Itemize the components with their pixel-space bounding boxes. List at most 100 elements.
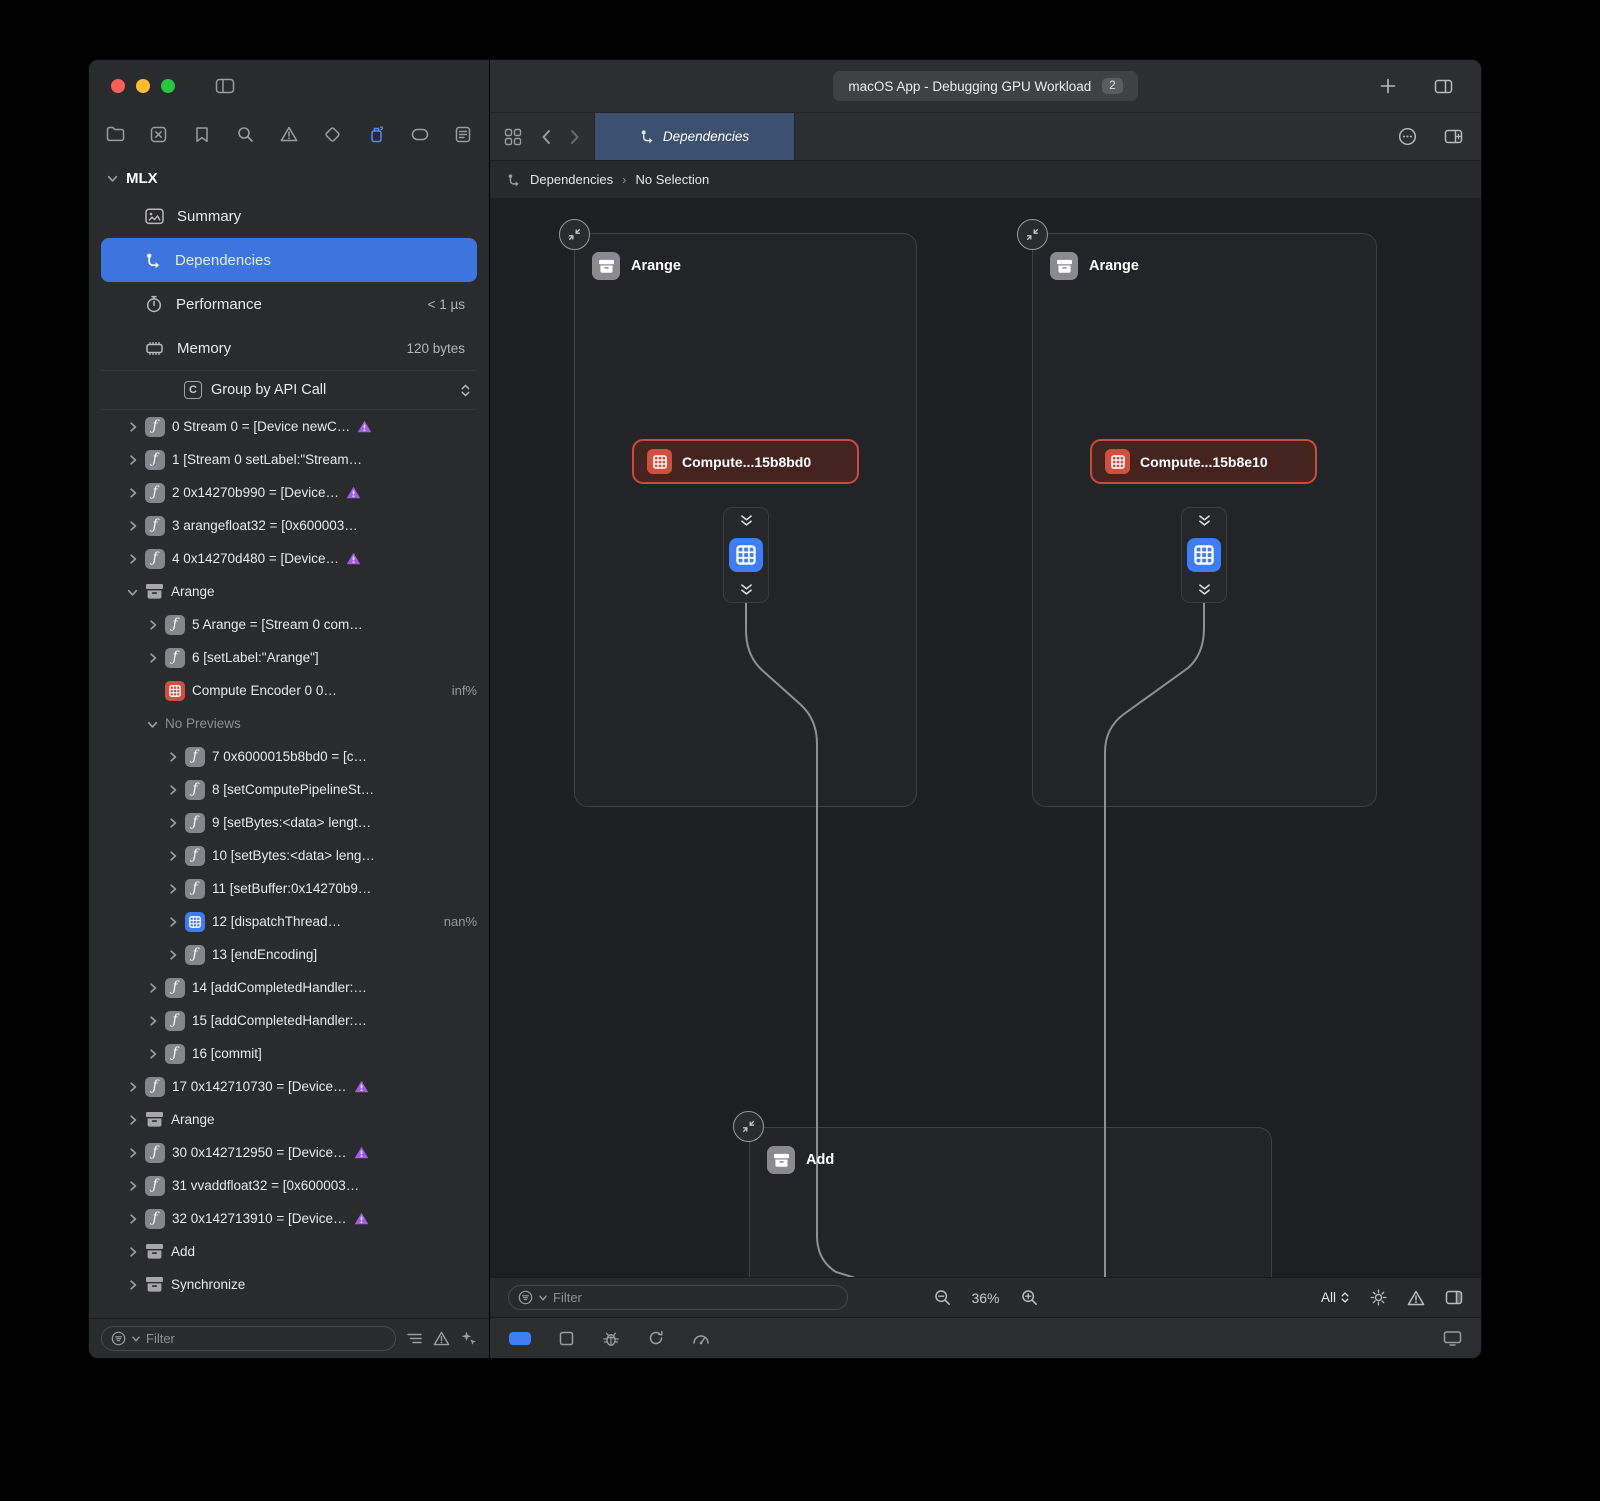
add-editor-icon[interactable] [1444, 129, 1463, 144]
canvas-filter-field[interactable] [508, 1285, 848, 1310]
disclosure-chevron[interactable] [147, 1016, 158, 1026]
tag-icon[interactable] [408, 122, 432, 146]
disclosure-chevron[interactable] [167, 950, 178, 960]
sidebar-item-performance[interactable]: Performance< 1 µs [101, 282, 477, 326]
split-editor-icon[interactable] [1434, 79, 1453, 94]
related-items-grid-icon[interactable] [504, 128, 522, 146]
disclosure-chevron[interactable] [147, 653, 158, 663]
flatten-hierarchy-icon[interactable] [406, 1331, 423, 1346]
disclosure-chevron[interactable] [127, 455, 138, 465]
disclosure-chevron[interactable] [147, 1049, 158, 1059]
bug-icon[interactable] [602, 1330, 620, 1347]
tree-row[interactable]: No Previews [89, 707, 489, 740]
close-button[interactable] [111, 79, 125, 93]
tree-row[interactable]: ƒ9 [setBytes:<data> lengt… [89, 806, 489, 839]
tree-row[interactable]: ƒ17 0x142710730 = [Device… [89, 1070, 489, 1103]
buffer-grid-icon[interactable] [1187, 538, 1221, 572]
display-icon[interactable] [1443, 1330, 1462, 1346]
report-list-icon[interactable] [451, 122, 475, 146]
tree-row[interactable]: ƒ2 0x14270b990 = [Device… [89, 476, 489, 509]
resource-port-block[interactable] [723, 507, 769, 603]
forward-chevron-icon[interactable] [570, 129, 580, 145]
sparkle-cursor-icon[interactable] [460, 1330, 477, 1347]
minimize-button[interactable] [136, 79, 150, 93]
warning-triangle-icon[interactable] [1407, 1290, 1425, 1306]
tree-row[interactable]: ƒ5 Arange = [Stream 0 com… [89, 608, 489, 641]
disclosure-chevron[interactable] [167, 917, 178, 927]
disclosure-chevron[interactable] [167, 851, 178, 861]
test-diamond-icon[interactable] [321, 122, 345, 146]
gauge-icon[interactable] [692, 1331, 710, 1345]
disclosure-chevron[interactable] [167, 818, 178, 828]
disclosure-chevron[interactable] [127, 1214, 138, 1224]
tree-row[interactable]: ƒ13 [endEncoding] [89, 938, 489, 971]
sidebar-toggle-icon[interactable] [215, 78, 235, 94]
disclosure-chevron[interactable] [108, 173, 118, 184]
sidebar-item-dependencies[interactable]: Dependencies [101, 238, 477, 282]
tree-row[interactable]: ƒ8 [setComputePipelineSt… [89, 773, 489, 806]
disclosure-chevron[interactable] [148, 718, 158, 729]
tree-row[interactable]: ƒ7 0x6000015b8bd0 = [c… [89, 740, 489, 773]
tab-dependencies[interactable]: Dependencies [594, 113, 795, 160]
x-square-icon[interactable] [147, 122, 171, 146]
tree-row[interactable]: ƒ30 0x142712950 = [Device… [89, 1136, 489, 1169]
tree-row[interactable]: ƒ3 arangefloat32 = [0x600003… [89, 509, 489, 542]
tree-row[interactable]: ƒ31 vvaddfloat32 = [0x600003… [89, 1169, 489, 1202]
disclosure-chevron[interactable] [127, 554, 138, 564]
tree-row[interactable]: Arange [89, 1103, 489, 1136]
stop-square-icon[interactable] [559, 1331, 574, 1346]
group-by-control[interactable]: C Group by API Call [101, 370, 477, 410]
dependency-graph-canvas[interactable]: Arange Arange Add Compute...15b8bd0 [490, 198, 1481, 1277]
folder-icon[interactable] [103, 122, 127, 146]
bookmark-icon[interactable] [190, 122, 214, 146]
disclosure-chevron[interactable] [127, 1247, 138, 1257]
debug-spray-icon[interactable] [364, 122, 388, 146]
scope-popup[interactable]: All [1321, 1290, 1350, 1305]
window-title-pill[interactable]: macOS App - Debugging GPU Workload 2 [833, 71, 1137, 101]
issue-warning-icon[interactable] [277, 122, 301, 146]
disclosure-chevron[interactable] [127, 1082, 138, 1092]
collapse-group-button[interactable] [733, 1111, 764, 1142]
compute-encoder-node[interactable]: Compute...15b8e10 [1090, 439, 1317, 484]
updown-chevron-icon[interactable] [460, 383, 471, 398]
compute-encoder-node[interactable]: Compute...15b8bd0 [632, 439, 859, 484]
ellipsis-circle-icon[interactable] [1398, 127, 1417, 146]
tree-row[interactable]: ƒ4 0x14270d480 = [Device… [89, 542, 489, 575]
search-icon[interactable] [234, 122, 258, 146]
live-toggle[interactable] [509, 1332, 531, 1345]
tree-row[interactable]: ƒ10 [setBytes:<data> leng… [89, 839, 489, 872]
refresh-icon[interactable] [648, 1330, 664, 1346]
tree-row[interactable]: ƒ0 Stream 0 = [Device newC… [89, 410, 489, 443]
zoom-in-icon[interactable] [1021, 1289, 1038, 1306]
collapse-group-button[interactable] [559, 219, 590, 250]
warning-filter-icon[interactable] [433, 1331, 450, 1346]
disclosure-chevron[interactable] [127, 1280, 138, 1290]
breadcrumb-item[interactable]: No Selection [635, 172, 709, 187]
tree-row[interactable]: Arange [89, 575, 489, 608]
sidebar-filter-field[interactable] [101, 1326, 396, 1351]
tree-row[interactable]: ƒ16 [commit] [89, 1037, 489, 1070]
tree-row[interactable]: ƒ14 [addCompletedHandler:… [89, 971, 489, 1004]
sidebar-item-memory[interactable]: Memory120 bytes [101, 326, 477, 370]
tree-row[interactable]: ƒ15 [addCompletedHandler:… [89, 1004, 489, 1037]
disclosure-chevron[interactable] [127, 1115, 138, 1125]
sidebar-filter-input[interactable] [146, 1331, 386, 1346]
disclosure-chevron[interactable] [128, 586, 138, 597]
tree-row[interactable]: Add [89, 1235, 489, 1268]
disclosure-chevron[interactable] [127, 1181, 138, 1191]
disclosure-chevron[interactable] [127, 521, 138, 531]
gear-icon[interactable] [1370, 1289, 1387, 1306]
sidebar-item-summary[interactable]: Summary [101, 194, 477, 238]
buffer-grid-icon[interactable] [729, 538, 763, 572]
disclosure-chevron[interactable] [127, 488, 138, 498]
add-tab-icon[interactable] [1380, 78, 1396, 94]
zoom-out-icon[interactable] [933, 1289, 950, 1306]
tree-row[interactable]: ƒ1 [Stream 0 setLabel:"Stream… [89, 443, 489, 476]
disclosure-chevron[interactable] [127, 422, 138, 432]
disclosure-chevron[interactable] [167, 785, 178, 795]
disclosure-chevron[interactable] [127, 1148, 138, 1158]
breadcrumb-item[interactable]: Dependencies [530, 172, 613, 187]
back-chevron-icon[interactable] [541, 129, 551, 145]
tree-row[interactable]: Compute Encoder 0 0…inf% [89, 674, 489, 707]
zoom-button[interactable] [161, 79, 175, 93]
